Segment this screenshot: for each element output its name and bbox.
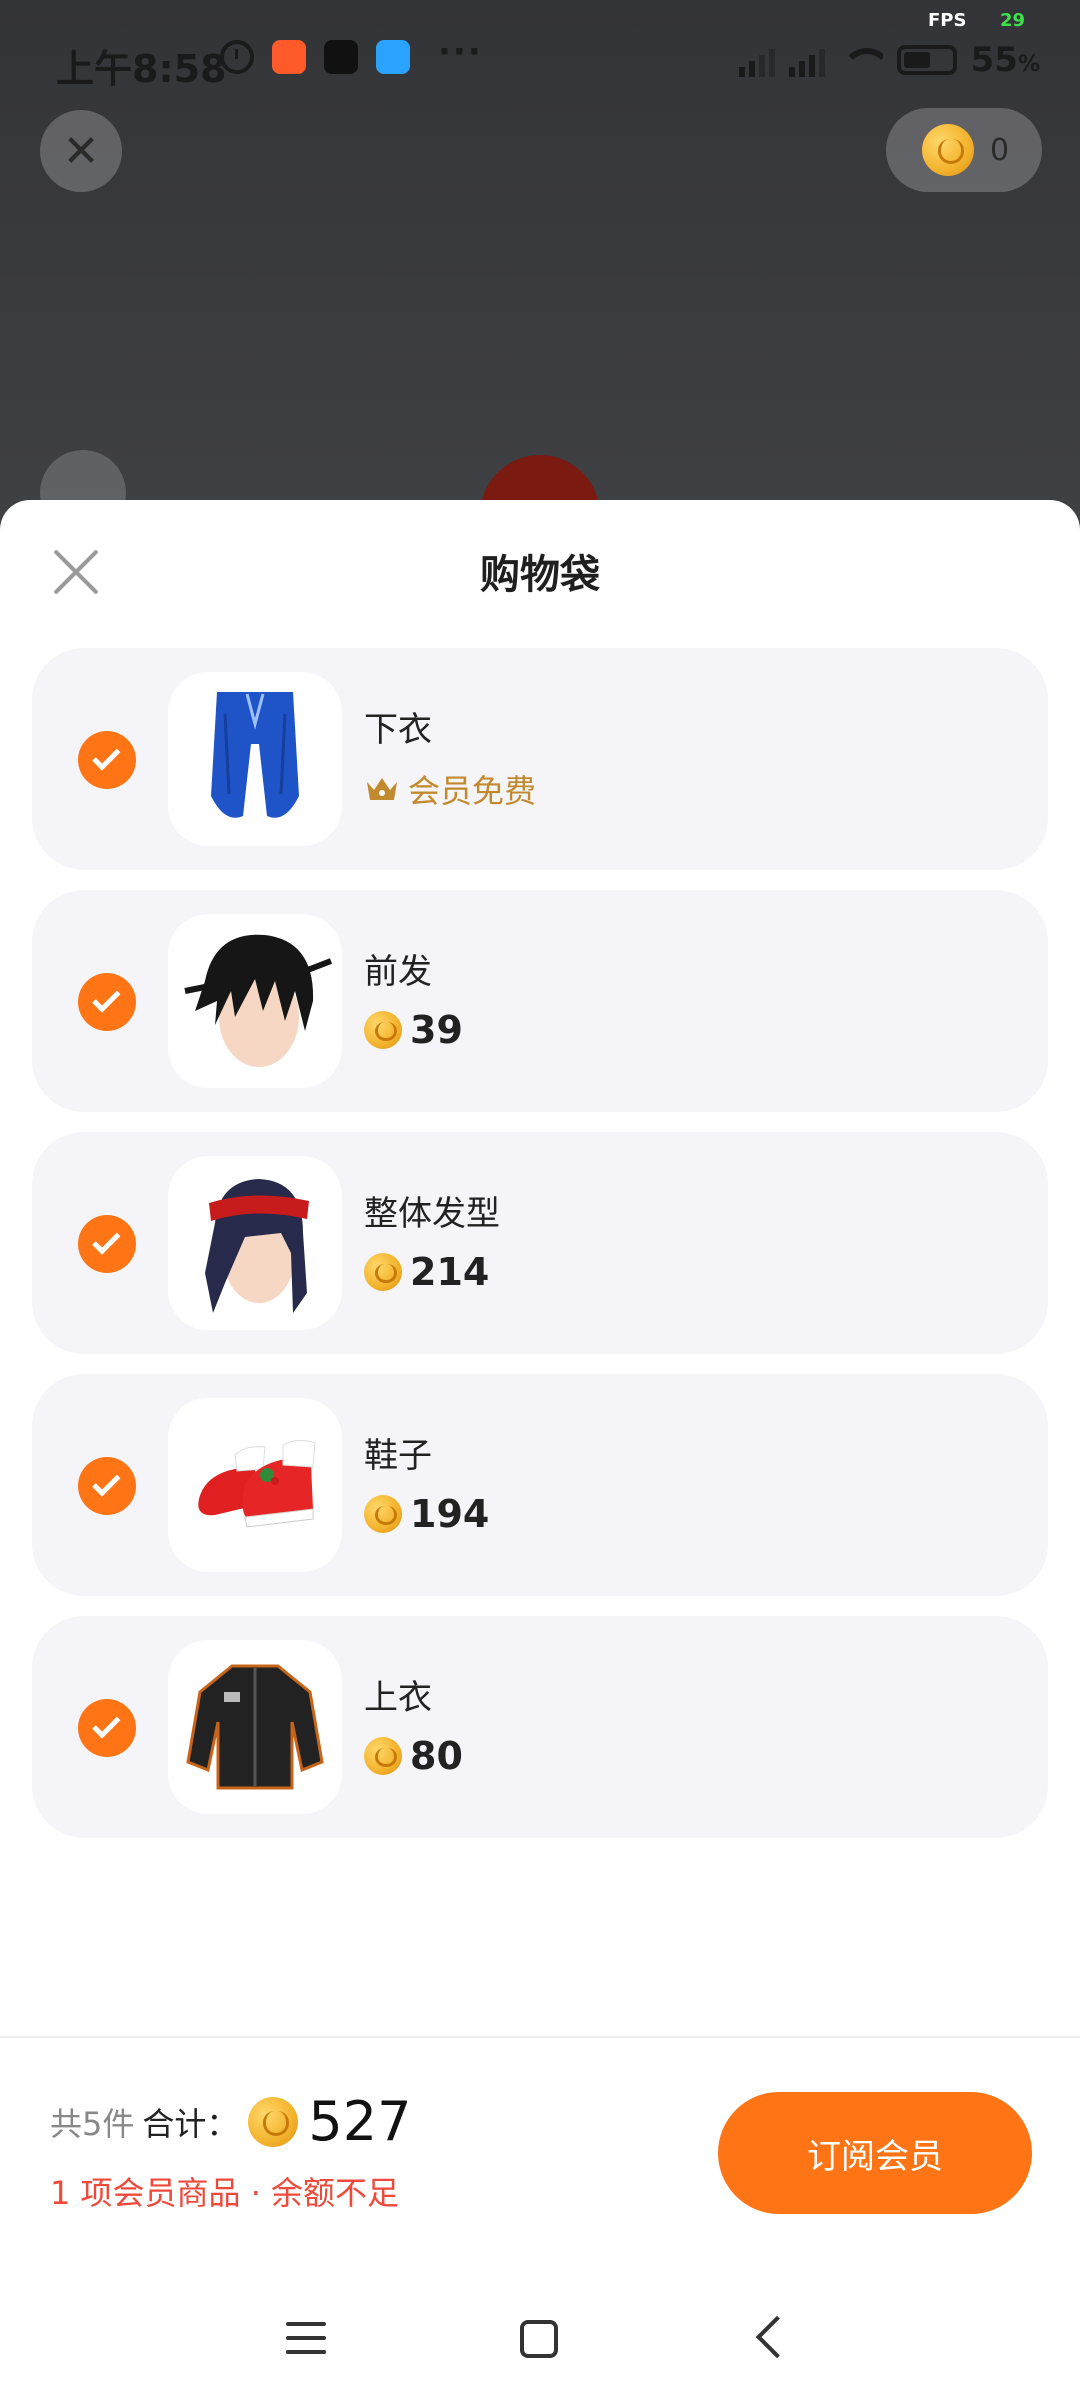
sheet-title: 购物袋 <box>480 552 600 598</box>
menu-icon[interactable] <box>286 2322 326 2358</box>
status-bar: 上午8:58 ··· FPS 29 55% <box>0 0 1080 120</box>
status-time: 上午8:58 <box>56 47 227 91</box>
more-notifications-icon: ··· <box>438 32 483 72</box>
signal-1-icon <box>738 43 775 77</box>
system-nav-bar <box>0 2300 1080 2400</box>
item-thumbnail-top <box>168 1640 342 1814</box>
order-summary: 共5件 合计： 527 <box>50 2090 411 2153</box>
item-price: 80 <box>364 1734 463 1778</box>
item-price-vip: 会员免费 <box>364 766 536 812</box>
cart-list: 下衣 会员免费 前发 39 整体发型 214 鞋子 194 上衣 80 <box>32 648 1048 1858</box>
item-thumbnail-front-hair <box>168 914 342 1088</box>
cart-item-hairstyle[interactable]: 整体发型 214 <box>32 1132 1048 1354</box>
item-price: 214 <box>364 1250 489 1294</box>
check-icon <box>92 1710 121 1739</box>
message-app-icon <box>376 40 410 74</box>
back-icon[interactable] <box>755 2315 799 2359</box>
battery-level: 55% <box>970 40 1040 80</box>
tiktok-app-icon <box>324 40 358 74</box>
item-price-value: 194 <box>410 1492 490 1536</box>
item-price: 39 <box>364 1008 463 1052</box>
item-count: 共5件 <box>50 2104 135 2143</box>
item-checkbox[interactable] <box>78 1699 136 1757</box>
fps-label: FPS <box>928 10 967 31</box>
item-name: 下衣 <box>364 710 432 750</box>
item-checkbox[interactable] <box>78 973 136 1031</box>
coin-icon <box>248 2096 299 2147</box>
status-right-icons: 55% <box>738 40 1040 80</box>
item-thumbnail-bottoms <box>168 672 342 846</box>
close-icon: ✕ <box>62 125 100 177</box>
total-label: 合计： <box>142 2104 239 2143</box>
crown-icon <box>367 778 397 800</box>
battery-icon <box>896 45 957 75</box>
item-checkbox[interactable] <box>78 731 136 789</box>
background-close-button[interactable]: ✕ <box>40 110 122 192</box>
balance-warning: 1 项会员商品 · 余额不足 <box>50 2174 400 2212</box>
subscribe-vip-button[interactable]: 订阅会员 <box>718 2092 1032 2214</box>
cart-item-front-hair[interactable]: 前发 39 <box>32 890 1048 1112</box>
home-icon[interactable] <box>520 2320 558 2358</box>
coin-icon <box>364 1011 402 1049</box>
kuaishou-app-icon <box>272 40 306 74</box>
item-price-value: 80 <box>410 1734 463 1778</box>
coin-icon <box>364 1253 402 1291</box>
vip-free-label: 会员免费 <box>408 772 537 810</box>
coin-icon <box>922 124 974 176</box>
item-price-value: 39 <box>410 1008 463 1052</box>
item-checkbox[interactable] <box>78 1215 136 1273</box>
item-name: 上衣 <box>364 1678 432 1718</box>
item-price: 194 <box>364 1492 489 1536</box>
cart-item-shoes[interactable]: 鞋子 194 <box>32 1374 1048 1596</box>
coin-balance-pill[interactable]: 0 <box>886 108 1042 192</box>
check-icon <box>92 742 121 771</box>
coin-icon <box>364 1737 402 1775</box>
item-name: 前发 <box>364 952 432 992</box>
coin-icon <box>364 1495 402 1533</box>
item-thumbnail-hairstyle <box>168 1156 342 1330</box>
cart-item-bottoms[interactable]: 下衣 会员免费 <box>32 648 1048 870</box>
total-value: 527 <box>308 2090 412 2153</box>
alarm-icon <box>220 40 254 74</box>
signal-2-icon <box>788 43 825 77</box>
item-checkbox[interactable] <box>78 1457 136 1515</box>
check-icon <box>92 1468 121 1497</box>
check-icon <box>92 984 121 1013</box>
item-thumbnail-shoes <box>168 1398 342 1572</box>
item-name: 鞋子 <box>364 1436 432 1476</box>
item-name: 整体发型 <box>364 1194 500 1234</box>
footer-divider <box>0 2036 1080 2038</box>
fps-value: 29 <box>1000 10 1026 31</box>
wifi-icon <box>839 44 883 76</box>
cart-item-top[interactable]: 上衣 80 <box>32 1616 1048 1838</box>
coin-balance-value: 0 <box>990 132 1010 168</box>
item-price-value: 214 <box>410 1250 490 1294</box>
check-icon <box>92 1226 121 1255</box>
status-left-icons: ··· <box>220 32 483 74</box>
